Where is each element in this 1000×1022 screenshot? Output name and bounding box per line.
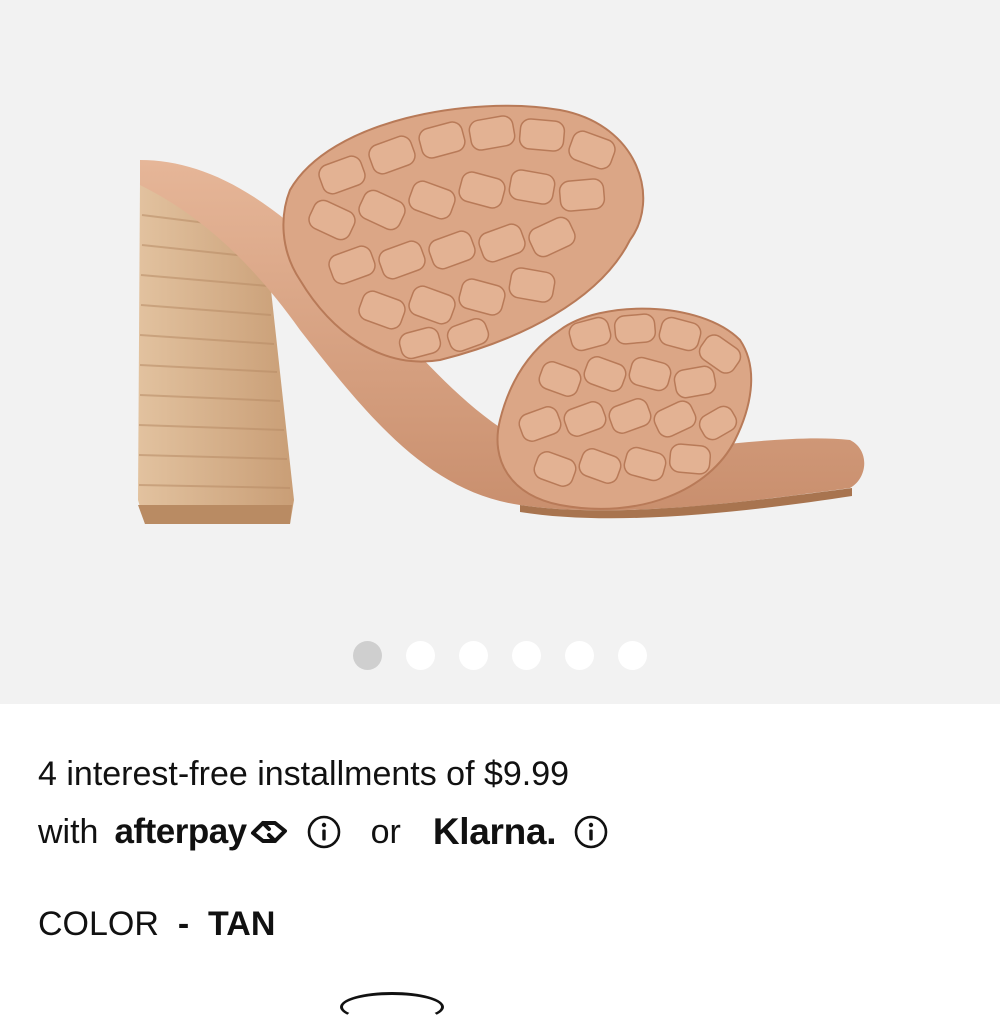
color-separator: - — [168, 905, 199, 943]
afterpay-logo[interactable]: afterpay — [114, 812, 288, 852]
color-value: TAN — [208, 905, 276, 943]
klarna-info-icon[interactable] — [574, 815, 608, 849]
klarna-logo[interactable]: Klarna. — [433, 811, 557, 853]
installment-text: 4 interest-free installments of $9.99 — [38, 755, 570, 793]
color-selection-label: COLOR - TAN — [38, 902, 275, 946]
product-image[interactable] — [0, 0, 1000, 620]
carousel-dots — [0, 641, 1000, 671]
afterpay-wordmark: afterpay — [114, 812, 247, 851]
afterpay-info-icon[interactable] — [307, 815, 341, 849]
color-label: COLOR — [38, 905, 159, 943]
with-label: with — [38, 812, 99, 851]
product-image-gallery[interactable] — [0, 0, 1000, 704]
carousel-dot-6[interactable] — [618, 641, 647, 670]
carousel-dot-1[interactable] — [353, 641, 382, 670]
carousel-dot-3[interactable] — [459, 641, 488, 670]
payment-options: with afterpay or Klarna. — [38, 806, 608, 858]
carousel-dot-4[interactable] — [512, 641, 541, 670]
carousel-dot-5[interactable] — [565, 641, 594, 670]
carousel-dot-2[interactable] — [406, 641, 435, 670]
or-label: or — [370, 812, 401, 851]
color-swatch[interactable] — [340, 992, 444, 1022]
afterpay-arrows-icon — [250, 821, 287, 843]
